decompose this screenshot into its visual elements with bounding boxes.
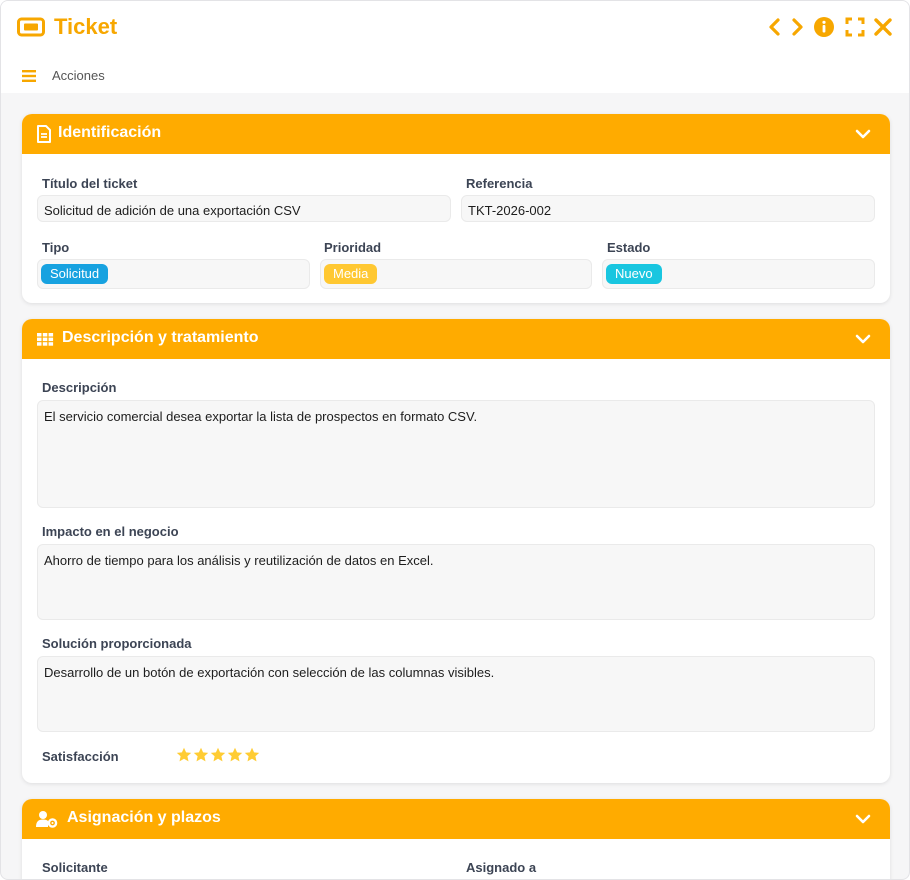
status-badge: Nuevo [606,264,662,284]
chevron-down-icon[interactable] [855,127,871,141]
fullscreen-icon[interactable] [844,15,866,39]
chevron-down-icon[interactable] [855,332,871,346]
star-icon[interactable] [210,747,226,763]
satisfaction-rating[interactable] [176,747,260,763]
chevron-down-icon[interactable] [855,812,871,826]
status-label: Estado [607,240,651,255]
type-field[interactable]: Solicitud [37,259,310,289]
close-icon[interactable] [872,15,894,39]
reference-label: Referencia [466,176,533,191]
satisfaction-label: Satisfacción [42,749,119,764]
description-label: Descripción [42,380,117,395]
solution-label: Solución proporcionada [42,636,192,651]
solution-field[interactable]: Desarrollo de un botón de exportación co… [37,656,875,732]
info-icon[interactable] [813,15,835,39]
section-identification-title: Identificación [58,124,162,141]
section-description-header[interactable]: Descripción y tratamiento [22,319,890,359]
hamburger-menu-icon[interactable] [22,70,36,82]
priority-field[interactable]: Media [320,259,592,289]
priority-label: Prioridad [324,240,382,255]
type-badge: Solicitud [41,264,109,284]
window-title: Ticket [54,14,118,39]
reference-field[interactable]: TKT-2026-002 [461,195,875,222]
title-bar: Ticket [1,1,909,55]
assigned-label: Asignado a [466,860,537,875]
star-icon[interactable] [244,747,260,763]
type-label: Tipo [42,240,70,255]
impact-field[interactable]: Ahorro de tiempo para los análisis y reu… [37,544,875,620]
status-field[interactable]: Nuevo [602,259,875,289]
ticket-title-field[interactable]: Solicitud de adición de una exportación … [37,195,451,222]
section-description-title: Descripción y tratamiento [62,329,259,346]
document-icon [37,125,51,143]
section-assignment-title: Asignación y plazos [67,809,221,826]
section-assignment-header[interactable]: Asignación y plazos [22,799,890,839]
section-identification: Identificación Título del ticket Solicit… [22,114,890,303]
actions-menu-label[interactable]: Acciones [52,68,105,83]
chevron-right-icon[interactable] [786,15,808,39]
priority-badge: Media [324,264,378,284]
table-icon [37,333,54,346]
ticket-icon [17,17,45,37]
user-gear-icon [36,811,58,828]
section-assignment: Asignación y plazos Solicitante Asignado… [22,799,890,879]
ticket-window: Ticket Acciones Identificación Título de… [0,0,910,880]
description-field[interactable]: El servicio comercial desea exportar la … [37,400,875,508]
actions-bar: Acciones [1,55,909,93]
ticket-title-label: Título del ticket [42,176,138,191]
star-icon[interactable] [176,747,192,763]
impact-label: Impacto en el negocio [42,524,179,539]
requester-label: Solicitante [42,860,108,875]
section-description: Descripción y tratamiento Descripción El… [22,319,890,783]
chevron-left-icon[interactable] [764,15,786,39]
star-icon[interactable] [193,747,209,763]
section-identification-header[interactable]: Identificación [22,114,890,154]
star-icon[interactable] [227,747,243,763]
